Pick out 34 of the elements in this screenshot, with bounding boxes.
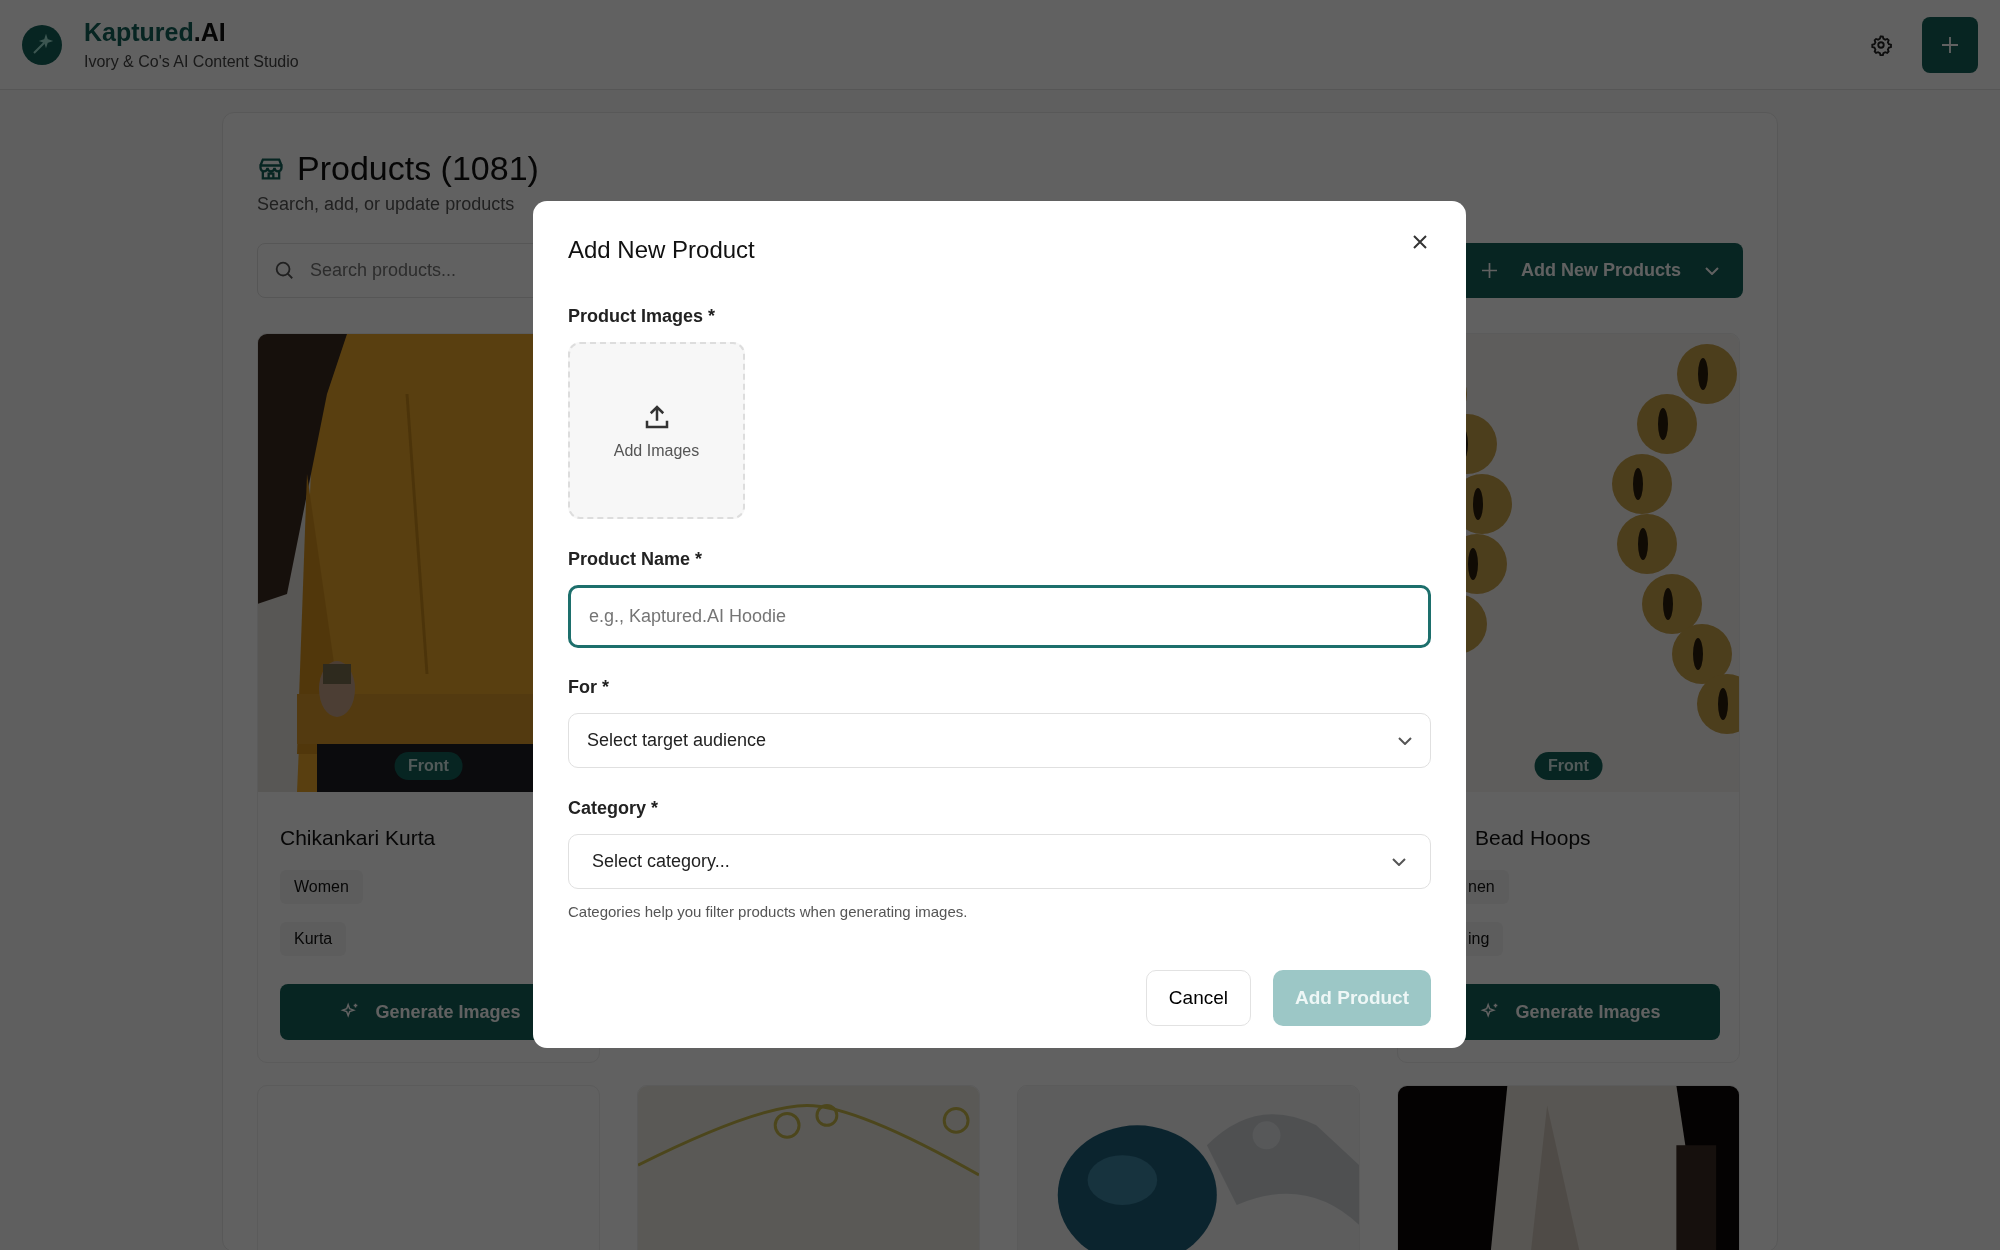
settings-icon[interactable]: [1870, 33, 1892, 56]
search-icon: [273, 259, 295, 281]
image-badge: Front: [394, 752, 463, 780]
dialog-title: Add New Product: [568, 236, 755, 264]
add-button[interactable]: [1922, 16, 1978, 73]
audience-select[interactable]: Select target audience: [568, 713, 1431, 768]
page-title: Products (1081): [297, 149, 539, 188]
app-title: Kaptured.AI: [84, 18, 227, 47]
field-label: For *: [568, 677, 610, 698]
product-tag: ing: [1466, 922, 1504, 956]
field-label: Category *: [568, 798, 660, 819]
app-subtitle: Ivory & Co's AI Content Studio: [84, 53, 299, 71]
product-name: Bead Hoops: [1475, 826, 1592, 850]
field-label: Product Name *: [568, 549, 704, 570]
image-badge: Front: [1534, 752, 1603, 780]
page-subtitle: Search, add, or update products: [257, 194, 516, 215]
product-name-field[interactable]: e.g., Kaptured.AI Hoodie: [568, 585, 1431, 648]
upload-dropzone[interactable]: Add Images: [568, 342, 745, 519]
logo-icon: [22, 24, 62, 65]
chevron-down-icon: [1705, 266, 1719, 275]
upload-label: Add Images: [613, 441, 700, 460]
category-select[interactable]: Select category...: [568, 834, 1431, 889]
plus-icon: [1482, 263, 1497, 278]
chevron-down-icon: [1398, 736, 1412, 745]
chevron-down-icon: [1392, 857, 1406, 866]
help-text: Categories help you filter products when generating images.: [568, 903, 969, 920]
product-tag: Kurta: [280, 922, 347, 956]
field-label: Product Images *: [568, 306, 717, 327]
cancel-button[interactable]: Cancel: [1145, 970, 1251, 1026]
close-icon: [1413, 235, 1427, 249]
product-tag: Women: [280, 870, 363, 904]
product-tag: nen: [1466, 870, 1509, 904]
product-name: Chikankari Kurta: [280, 826, 437, 850]
plus-icon: [1942, 36, 1958, 53]
